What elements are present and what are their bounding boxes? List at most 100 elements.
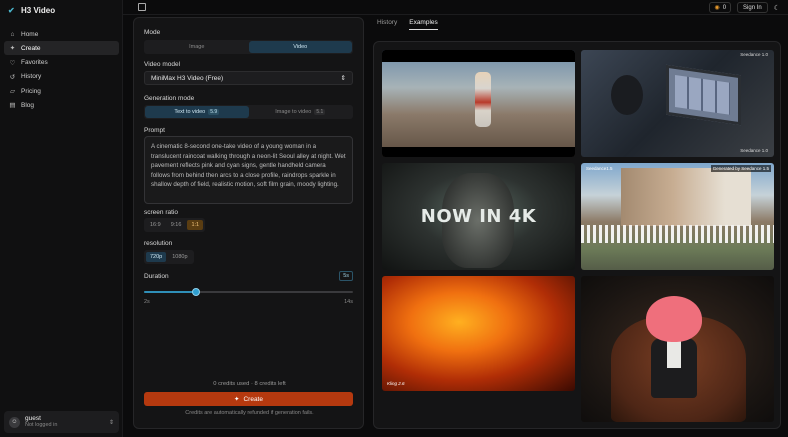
resolution-options: 720p 1080p	[144, 250, 194, 264]
letterbox	[382, 147, 575, 157]
create-button[interactable]: ✦ Create	[144, 392, 353, 406]
mode-video-option[interactable]: Video	[248, 41, 352, 53]
credits-badge[interactable]: ◉ 0	[709, 2, 732, 13]
resolution-720p[interactable]: 720p	[146, 252, 167, 262]
mode-image-option[interactable]: Image	[145, 41, 249, 53]
user-name: guest	[25, 415, 41, 422]
refund-note: Credits are automatically refunded if ge…	[185, 410, 314, 416]
fence-figure	[581, 225, 774, 243]
sidebar-item-label: Create	[21, 44, 41, 52]
generation-form: Mode Image Video Video model MiniMax H3 …	[133, 17, 364, 429]
watermark: Kling 2.6	[387, 381, 405, 386]
option-label: Image to video	[275, 109, 312, 115]
chevron-updown-icon: ⇕	[340, 75, 346, 82]
user-status: Not logged in	[25, 422, 58, 428]
overlay-text: NOW IN 4K	[420, 206, 537, 227]
app-root: ✔ H3 Video ⌂ Home ✦ Create ♡ Favorites ↺…	[0, 0, 788, 437]
sidebar-item-label: History	[21, 73, 42, 81]
history-icon: ↺	[9, 73, 16, 81]
version-badge: 5.9	[208, 109, 220, 115]
ratio-9-16[interactable]: 9:16	[167, 220, 186, 230]
user-info: guest Not logged in	[25, 415, 104, 429]
laptop-figure	[666, 64, 741, 126]
tag-icon: ▱	[10, 88, 15, 96]
credits-info: 0 credits used · 8 credits left	[213, 381, 286, 387]
image-to-video-option[interactable]: Image to video 5.1	[249, 106, 353, 118]
moon-icon[interactable]: ☾	[774, 4, 780, 12]
tab-examples[interactable]: Examples	[409, 19, 438, 30]
ratio-label: screen ratio	[144, 209, 178, 216]
app-title: H3 Video	[21, 6, 56, 15]
create-label: Create	[243, 395, 263, 403]
character-head	[646, 296, 702, 342]
result-tabs: History Examples	[377, 19, 438, 30]
sidebar-item-label: Home	[21, 30, 39, 38]
heart-icon: ♡	[9, 59, 16, 67]
chevron-updown-icon: ⇕	[108, 419, 114, 426]
duration-max: 14s	[344, 299, 353, 305]
model-select[interactable]: MiniMax H3 Video (Free) ⇕	[144, 71, 353, 85]
resolution-label: resolution	[144, 240, 173, 247]
example-video-4k[interactable]: NOW IN 4K	[382, 163, 575, 270]
duration-value: 5s	[339, 271, 353, 281]
user-menu[interactable]: ☺ guest Not logged in ⇕	[4, 411, 119, 433]
duration-label: Duration	[144, 273, 169, 280]
example-video-lava[interactable]: Kling 2.6	[382, 276, 575, 391]
example-video-runner[interactable]	[382, 50, 575, 157]
sparkle-icon: ✦	[9, 45, 16, 53]
sidebar-item-label: Favorites	[21, 59, 48, 67]
sidebar-item-label: Blog	[21, 101, 35, 109]
watermark: Seedance1.5	[586, 166, 613, 171]
ratio-1-1[interactable]: 1:1	[187, 220, 204, 230]
text-to-video-option[interactable]: Text to video 5.9	[145, 106, 249, 118]
topbar: ◉ 0 Sign In ☾	[123, 0, 788, 15]
coin-icon: ◉	[714, 5, 720, 11]
mode-label: Mode	[144, 29, 161, 36]
ratio-16-9[interactable]: 16:9	[146, 220, 165, 230]
book-icon: ▤	[9, 102, 16, 110]
runner-figure	[475, 72, 491, 127]
shirt-figure	[667, 338, 681, 368]
sign-in-button[interactable]: Sign In	[737, 2, 768, 13]
gen-mode-label: Generation mode	[144, 95, 195, 102]
brand[interactable]: ✔ H3 Video	[8, 6, 55, 15]
generated-tag: Generated by Seedance 1.5	[710, 165, 771, 172]
sidebar-item-history[interactable]: ↺ History	[4, 70, 119, 84]
sidebar-item-label: Pricing	[21, 87, 41, 95]
prompt-label: Prompt	[144, 127, 165, 134]
version-badge: 5.1	[314, 109, 326, 115]
home-icon: ⌂	[10, 30, 15, 38]
examples-gallery: Seedance 1.0 Seedance 1.0 NOW IN 4K Seed…	[373, 41, 781, 429]
mode-toggle: Image Video	[144, 40, 353, 54]
credits-count: 0	[722, 4, 727, 11]
sidebar-item-favorites[interactable]: ♡ Favorites	[4, 56, 119, 70]
sparkle-icon: ✦	[234, 396, 240, 403]
example-video-street[interactable]: Seedance1.5 Generated by Seedance 1.5	[581, 163, 774, 270]
gen-mode-toggle: Text to video 5.9 Image to video 5.1	[144, 105, 353, 119]
ratio-options: 16:9 9:16 1:1	[144, 218, 206, 232]
person-figure	[611, 75, 643, 115]
duration-slider[interactable]	[144, 288, 353, 296]
avatar: ☺	[9, 416, 20, 428]
model-label: Video model	[144, 61, 181, 68]
watermark: Seedance 1.0	[740, 148, 768, 153]
sidebar-item-blog[interactable]: ▤ Blog	[4, 98, 119, 112]
duration-min: 2s	[144, 299, 150, 305]
topbar-actions: ◉ 0 Sign In ☾	[709, 2, 780, 13]
house-figure	[621, 168, 751, 226]
sidebar-nav: ⌂ Home ✦ Create ♡ Favorites ↺ History ▱ …	[4, 27, 119, 113]
resolution-1080p[interactable]: 1080p	[168, 252, 191, 262]
sidebar-item-home[interactable]: ⌂ Home	[4, 27, 119, 41]
tab-history[interactable]: History	[377, 19, 397, 30]
panel-toggle-icon[interactable]	[138, 3, 146, 11]
slider-fill	[144, 291, 197, 293]
prompt-textarea[interactable]: A cinematic 8-second one-take video of a…	[144, 136, 353, 204]
sidebar-item-pricing[interactable]: ▱ Pricing	[4, 84, 119, 98]
slider-thumb[interactable]	[192, 288, 201, 296]
example-video-character[interactable]	[581, 276, 774, 422]
watermark: Seedance 1.0	[740, 52, 768, 57]
example-video-laptop[interactable]: Seedance 1.0 Seedance 1.0	[581, 50, 774, 157]
option-label: Text to video	[174, 109, 206, 115]
letterbox	[382, 50, 575, 62]
sidebar-item-create[interactable]: ✦ Create	[4, 41, 119, 56]
